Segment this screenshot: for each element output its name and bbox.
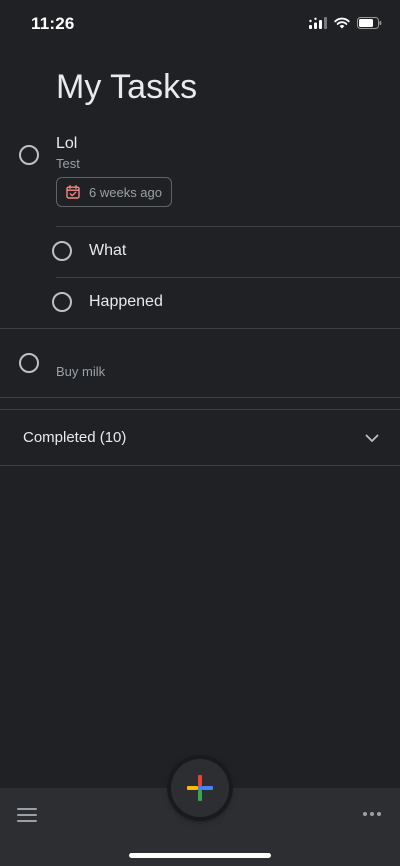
menu-icon[interactable] xyxy=(17,807,37,823)
add-icon xyxy=(187,775,213,801)
completed-section-toggle[interactable]: Completed (10) xyxy=(0,410,400,465)
section-divider xyxy=(0,465,400,466)
due-date-chip[interactable]: 6 weeks ago xyxy=(56,177,172,207)
task-note[interactable]: Test xyxy=(56,156,80,171)
completed-section-label: Completed (10) xyxy=(23,429,127,446)
wifi-icon xyxy=(334,17,350,29)
task-divider xyxy=(0,397,400,398)
task-checkbox[interactable] xyxy=(19,353,39,373)
subtask-title[interactable]: Happened xyxy=(89,293,163,311)
calendar-icon xyxy=(66,185,80,199)
due-date-label: 6 weeks ago xyxy=(89,184,162,200)
more-horizontal-icon[interactable] xyxy=(362,810,382,818)
subtask-checkbox[interactable] xyxy=(52,241,72,261)
task-title[interactable]: Lol xyxy=(56,135,77,153)
status-icons xyxy=(309,16,382,30)
subtask-divider xyxy=(56,277,400,278)
task-checkbox[interactable] xyxy=(19,145,39,165)
battery-icon xyxy=(357,17,382,29)
home-indicator[interactable] xyxy=(129,853,271,858)
cellular-signal-icon xyxy=(309,17,327,29)
status-bar: 11:26 xyxy=(0,0,400,48)
task-note[interactable]: Buy milk xyxy=(56,364,105,379)
subtask-checkbox[interactable] xyxy=(52,292,72,312)
add-task-button[interactable] xyxy=(171,759,229,817)
subtask-divider xyxy=(56,226,400,227)
task-divider xyxy=(0,328,400,329)
tasks-screen: 11:26 My Tasks Lol Test 6 weeks ago What… xyxy=(0,0,400,866)
page-title: My Tasks xyxy=(56,68,198,106)
chevron-down-icon xyxy=(365,434,379,442)
subtask-title[interactable]: What xyxy=(89,242,126,260)
status-time: 11:26 xyxy=(31,14,75,33)
